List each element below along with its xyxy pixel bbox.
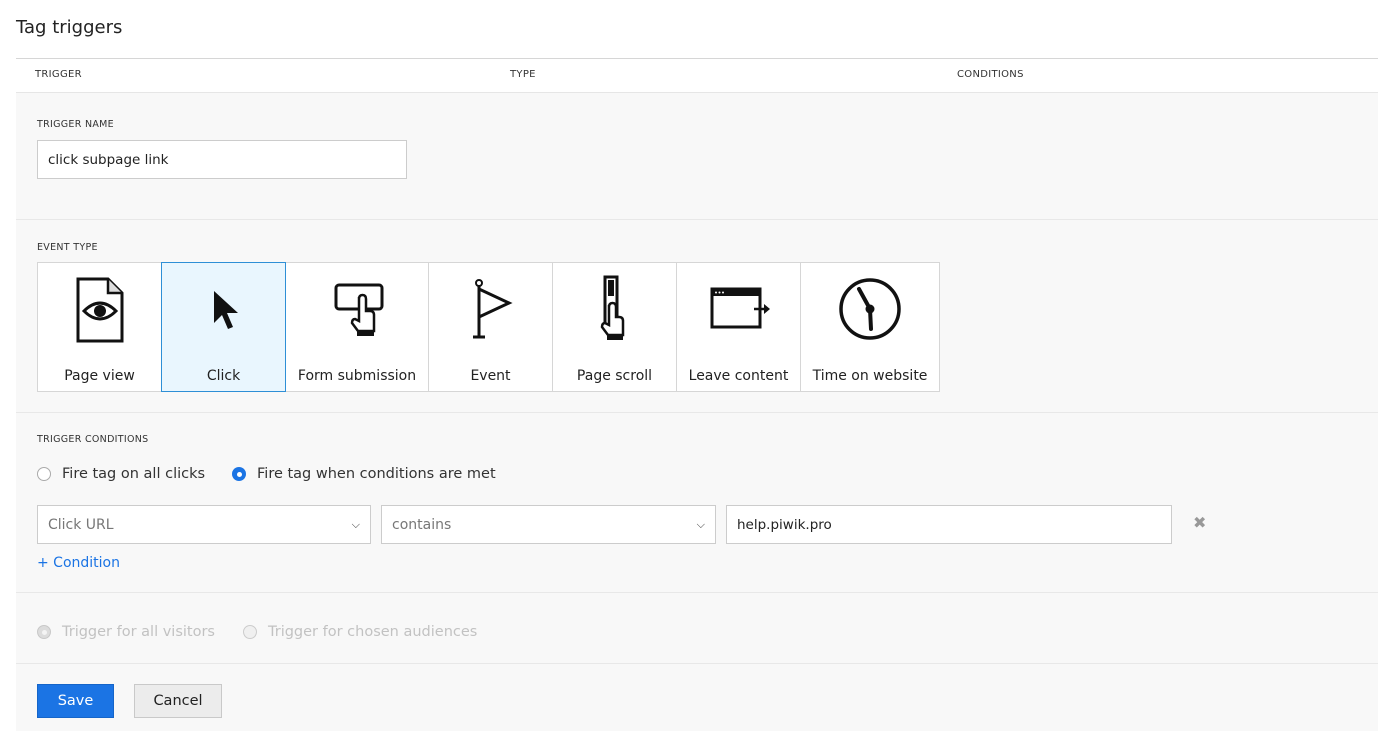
flag-icon [472, 279, 513, 339]
event-type-page-scroll[interactable]: Page scroll [552, 262, 677, 392]
fire-when-conditions-met-radio[interactable] [232, 467, 246, 481]
cancel-button[interactable]: Cancel [134, 684, 222, 718]
event-type-form-submission[interactable]: Form submission [285, 262, 429, 392]
trigger-conditions-label: TRIGGER CONDITIONS [37, 434, 149, 445]
page-view-icon [76, 277, 123, 343]
form-submission-icon [334, 283, 384, 336]
trigger-for-chosen-audiences-option: Trigger for chosen audiences [243, 624, 477, 640]
event-type-click[interactable]: Click [161, 262, 286, 392]
trigger-edit-panel: TRIGGER NAME EVENT TYPE Page view Click [16, 93, 1378, 731]
condition-variable-select[interactable]: Click URL ⌵ [37, 505, 371, 544]
fire-on-all-clicks-option[interactable]: Fire tag on all clicks [37, 466, 205, 482]
trigger-name-section: TRIGGER NAME [16, 93, 1378, 220]
trigger-name-label: TRIGGER NAME [37, 119, 114, 130]
add-condition-button[interactable]: + Condition [37, 555, 120, 571]
chevron-down-icon: ⌵ [351, 517, 360, 531]
column-header-trigger[interactable]: TRIGGER [35, 69, 82, 80]
condition-value-input[interactable] [726, 505, 1172, 544]
trigger-for-chosen-audiences-radio [243, 625, 257, 639]
event-type-label-text: Leave content [688, 368, 789, 384]
event-type-leave-content[interactable]: Leave content [676, 262, 801, 392]
trigger-for-all-visitors-label: Trigger for all visitors [62, 624, 215, 640]
trigger-conditions-section: TRIGGER CONDITIONS Fire tag on all click… [16, 413, 1378, 593]
fire-when-conditions-met-option[interactable]: Fire tag when conditions are met [232, 466, 496, 482]
fire-on-all-clicks-radio[interactable] [37, 467, 51, 481]
chevron-down-icon: ⌵ [696, 517, 705, 531]
event-type-label: EVENT TYPE [37, 242, 98, 253]
fire-when-conditions-met-label: Fire tag when conditions are met [257, 466, 496, 482]
event-type-label-text: Click [206, 368, 241, 384]
trigger-for-all-visitors-option: Trigger for all visitors [37, 624, 215, 640]
condition-variable-value: Click URL [48, 516, 114, 533]
event-type-label-text: Form submission [297, 368, 417, 384]
cursor-icon [213, 291, 238, 329]
leave-content-icon [710, 287, 770, 329]
column-header-conditions[interactable]: CONDITIONS [957, 69, 1024, 80]
table-header: TRIGGER TYPE CONDITIONS [16, 58, 1378, 93]
event-type-time-on-website[interactable]: Time on website [800, 262, 940, 392]
event-type-grid: Page view Click Form submission Event Pa… [37, 262, 940, 392]
trigger-for-chosen-audiences-label: Trigger for chosen audiences [268, 624, 478, 640]
event-type-label-text: Page scroll [576, 368, 653, 384]
event-type-page-view[interactable]: Page view [37, 262, 162, 392]
trigger-name-input[interactable] [37, 140, 407, 179]
event-type-label-text: Page view [64, 368, 135, 384]
event-type-section: EVENT TYPE Page view Click Form submissi… [16, 220, 1378, 413]
column-header-type[interactable]: TYPE [510, 69, 536, 80]
event-type-label-text: Time on website [812, 368, 928, 384]
audience-section: Trigger for all visitors Trigger for cho… [16, 593, 1378, 664]
fire-on-all-clicks-label: Fire tag on all clicks [62, 466, 206, 482]
clock-icon [839, 278, 901, 340]
event-type-event[interactable]: Event [428, 262, 553, 392]
event-type-label-text: Event [470, 368, 511, 384]
page-scroll-icon [600, 275, 624, 340]
actions-bar: Save Cancel [16, 664, 1378, 731]
save-button[interactable]: Save [37, 684, 114, 718]
trigger-for-all-visitors-radio [37, 625, 51, 639]
condition-operator-value: contains [392, 516, 452, 533]
remove-condition-icon[interactable]: ✖ [1193, 513, 1206, 532]
condition-operator-select[interactable]: contains ⌵ [381, 505, 716, 544]
page-title: Tag triggers [16, 17, 123, 38]
